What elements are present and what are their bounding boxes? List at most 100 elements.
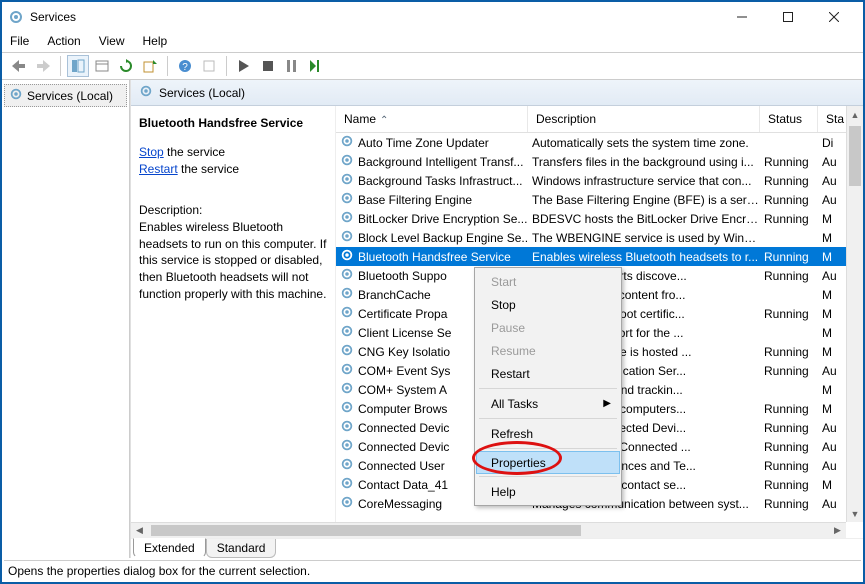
ctx-resume: Resume xyxy=(477,339,619,362)
row-startup: Au xyxy=(818,421,848,435)
tab-extended[interactable]: Extended xyxy=(133,538,206,558)
menu-view[interactable]: View xyxy=(99,34,125,48)
row-name: Connected Devic xyxy=(358,421,449,435)
ctx-stop[interactable]: Stop xyxy=(477,293,619,316)
export-button[interactable] xyxy=(139,55,161,77)
scroll-right-icon[interactable]: ▶ xyxy=(829,523,846,538)
panel-header-title: Services (Local) xyxy=(159,86,245,100)
stop-link[interactable]: Stop xyxy=(139,145,164,159)
row-name: Bluetooth Suppo xyxy=(358,269,447,283)
row-startup: Au xyxy=(818,364,848,378)
row-name: CoreMessaging xyxy=(358,497,442,511)
context-menu: Start Stop Pause Resume Restart All Task… xyxy=(474,267,622,506)
table-row[interactable]: Background Tasks Infrastruct... Windows i… xyxy=(336,171,863,190)
window-title: Services xyxy=(30,10,719,24)
ctx-properties[interactable]: Properties xyxy=(476,451,620,474)
status-bar: Opens the properties dialog box for the … xyxy=(4,560,861,580)
hscroll-thumb[interactable] xyxy=(151,525,581,536)
row-name: Background Tasks Infrastruct... xyxy=(358,174,523,188)
gear-icon xyxy=(340,400,354,417)
tree-node-services-local[interactable]: Services (Local) xyxy=(4,84,127,107)
tab-standard[interactable]: Standard xyxy=(206,539,277,558)
help-toolbar-button[interactable]: ? xyxy=(174,55,196,77)
col-startup[interactable]: Sta xyxy=(818,106,848,132)
row-name: Client License Se xyxy=(358,326,451,340)
show-hide-tree-button[interactable] xyxy=(67,55,89,77)
gear-icon xyxy=(340,305,354,322)
scroll-up-icon[interactable]: ▲ xyxy=(847,106,863,123)
forward-button[interactable] xyxy=(32,55,54,77)
row-name: Block Level Backup Engine Se... xyxy=(358,231,528,245)
stop-button[interactable] xyxy=(257,55,279,77)
table-row[interactable]: Base Filtering EngineThe Base Filtering … xyxy=(336,190,863,209)
col-name[interactable]: Name⌃ xyxy=(336,106,528,132)
row-startup: Au xyxy=(818,269,848,283)
ctx-help[interactable]: Help xyxy=(477,480,619,503)
row-description: Transfers files in the background using … xyxy=(528,155,760,169)
table-row[interactable]: Bluetooth Handsfree ServiceEnables wirel… xyxy=(336,247,863,266)
row-startup: M xyxy=(818,212,848,226)
panel-header: Services (Local) xyxy=(131,80,863,106)
close-button[interactable] xyxy=(811,3,857,31)
row-description: Automatically sets the system time zone. xyxy=(528,136,760,150)
play-button[interactable] xyxy=(233,55,255,77)
table-row[interactable]: Auto Time Zone UpdaterAutomatically sets… xyxy=(336,133,863,152)
description-label: Description: xyxy=(139,203,327,217)
pause-button[interactable] xyxy=(281,55,303,77)
gear-icon xyxy=(340,324,354,341)
row-status: Running xyxy=(760,364,818,378)
gear-icon xyxy=(340,153,354,170)
row-description: Enables wireless Bluetooth headsets to r… xyxy=(528,250,760,264)
scroll-down-icon[interactable]: ▼ xyxy=(847,505,863,522)
row-status: Running xyxy=(760,155,818,169)
row-name: Connected User xyxy=(358,459,445,473)
row-status: Running xyxy=(760,193,818,207)
maximize-button[interactable] xyxy=(765,3,811,31)
table-row[interactable]: Block Level Backup Engine Se...The WBENG… xyxy=(336,228,863,247)
menubar: File Action View Help xyxy=(2,32,863,52)
table-row[interactable]: Background Intelligent Transf... Transfer… xyxy=(336,152,863,171)
row-status: Running xyxy=(760,174,818,188)
gear-icon xyxy=(340,419,354,436)
row-status: Running xyxy=(760,307,818,321)
minimize-button[interactable] xyxy=(719,3,765,31)
row-startup: M xyxy=(818,383,848,397)
menu-file[interactable]: File xyxy=(10,34,29,48)
row-status: Running xyxy=(760,421,818,435)
row-description: The WBENGINE service is used by Wind... xyxy=(528,231,760,245)
ctx-restart[interactable]: Restart xyxy=(477,362,619,385)
row-name: BitLocker Drive Encryption Se... xyxy=(358,212,527,226)
col-description[interactable]: Description xyxy=(528,106,760,132)
row-startup: M xyxy=(818,345,848,359)
row-startup: M xyxy=(818,326,848,340)
vertical-scrollbar[interactable]: ▲ ▼ xyxy=(846,106,863,522)
row-startup: Au xyxy=(818,193,848,207)
ctx-start: Start xyxy=(477,270,619,293)
row-startup: Au xyxy=(818,174,848,188)
back-button[interactable] xyxy=(8,55,30,77)
ctx-all-tasks[interactable]: All Tasks▶ xyxy=(477,392,619,415)
row-name: Background Intelligent Transf... xyxy=(358,155,523,169)
row-name: COM+ System A xyxy=(358,383,447,397)
table-row[interactable]: BitLocker Drive Encryption Se...BDESVC h… xyxy=(336,209,863,228)
ctx-refresh[interactable]: Refresh xyxy=(477,422,619,445)
vscroll-thumb[interactable] xyxy=(849,126,861,186)
gear-icon xyxy=(340,362,354,379)
row-status: Running xyxy=(760,440,818,454)
properties-toolbar-button[interactable] xyxy=(91,55,113,77)
col-status[interactable]: Status xyxy=(760,106,818,132)
gear-icon xyxy=(340,229,354,246)
menu-action[interactable]: Action xyxy=(47,34,80,48)
menu-help[interactable]: Help xyxy=(143,34,168,48)
selected-service-name: Bluetooth Handsfree Service xyxy=(139,116,327,130)
row-description: Windows infrastructure service that con.… xyxy=(528,174,760,188)
scroll-left-icon[interactable]: ◀ xyxy=(131,523,148,538)
restart-toolbar-button[interactable] xyxy=(305,55,327,77)
refresh-toolbar-button[interactable] xyxy=(115,55,137,77)
row-startup: M xyxy=(818,307,848,321)
restart-link[interactable]: Restart xyxy=(139,162,178,176)
toolbar: ? xyxy=(2,52,863,80)
unknown-toolbar-button[interactable] xyxy=(198,55,220,77)
horizontal-scrollbar[interactable]: ◀ ▶ xyxy=(131,522,846,538)
gear-icon xyxy=(139,84,153,101)
